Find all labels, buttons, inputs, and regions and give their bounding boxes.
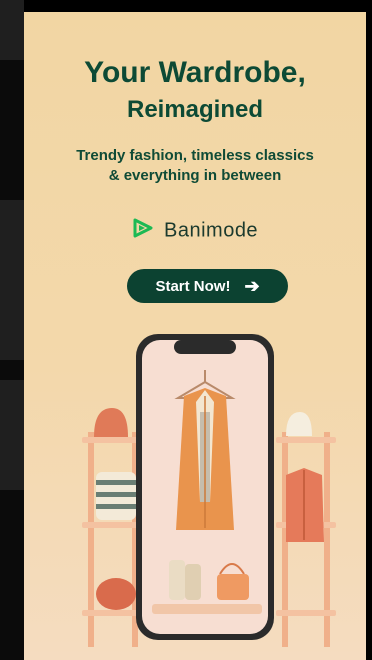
- subtitle-line2: & everything in between: [108, 167, 282, 184]
- start-now-label: Start Now!: [155, 277, 231, 295]
- right-shelf: [276, 412, 336, 647]
- brand-logo: Banimode: [24, 218, 366, 244]
- handbag-icon: [217, 574, 249, 600]
- phone-mockup: [136, 334, 274, 640]
- left-edge-panel: [0, 0, 24, 660]
- brand-play-icon: [132, 218, 154, 244]
- subtitle-line1: Trendy fashion, timeless classics: [76, 147, 314, 164]
- wardrobe-illustration: [82, 334, 336, 647]
- bag-icon: [96, 578, 136, 610]
- ad-banner[interactable]: Your Wardrobe, Reimagined Trendy fashion…: [24, 12, 366, 660]
- headline-line1: Your Wardrobe,: [84, 56, 306, 89]
- edge-strip: [0, 380, 24, 490]
- brand-name: Banimode: [164, 219, 259, 242]
- arrow-right-icon: ➔: [244, 275, 260, 296]
- cap-icon: [94, 408, 128, 437]
- edge-strip: [0, 0, 24, 60]
- edge-strip: [0, 200, 24, 360]
- start-now-button[interactable]: Start Now! ➔: [127, 269, 288, 303]
- boots-icon: [169, 560, 185, 600]
- headline-line2: Reimagined: [126, 96, 264, 123]
- hat-icon: [286, 412, 312, 436]
